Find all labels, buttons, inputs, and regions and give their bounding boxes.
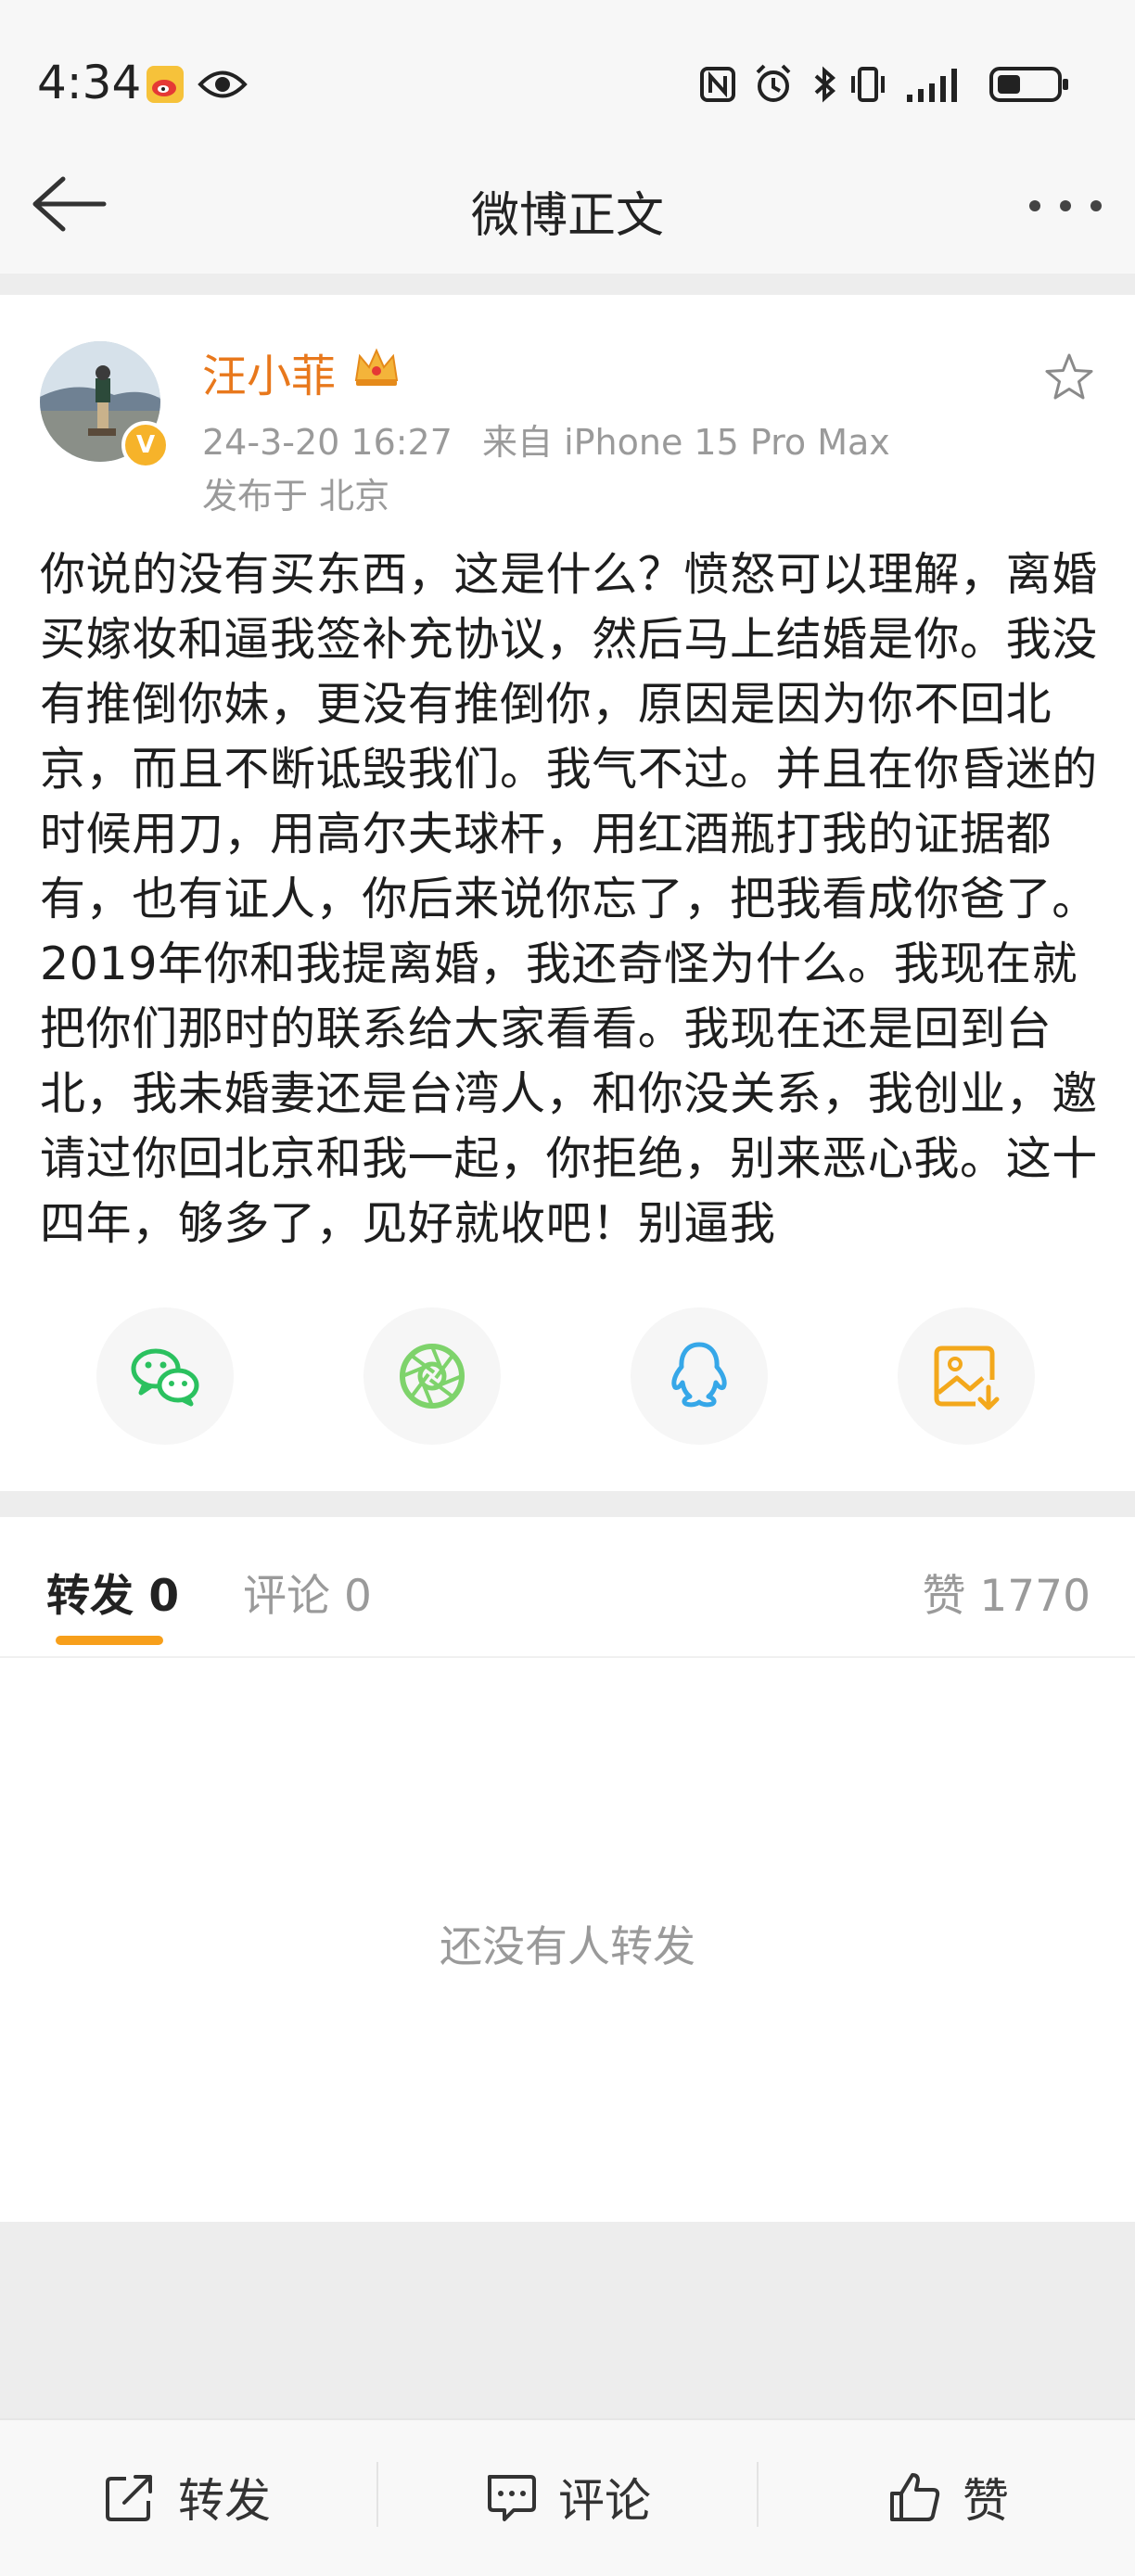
star-icon[interactable] xyxy=(1042,351,1096,404)
comment-label: 评论 xyxy=(558,2474,651,2528)
tab-likes[interactable]: 赞 1770 xyxy=(922,1560,1090,1624)
save-image-icon xyxy=(934,1345,1000,1410)
nfc-icon xyxy=(700,67,735,102)
post-source: 来自 iPhone 15 Pro Max xyxy=(482,422,890,463)
share-qq-button[interactable] xyxy=(631,1307,768,1445)
status-icons xyxy=(699,61,1098,108)
alarm-icon xyxy=(756,64,791,102)
status-time: 4:34 xyxy=(37,56,142,109)
post-content: 你说的没有买东西，这是什么？愤怒可以理解，离婚买嫁妆和逼我签补充协议，然后马上结… xyxy=(40,548,1098,1250)
verified-badge-icon: V xyxy=(121,421,170,469)
signal-icon xyxy=(907,69,957,102)
post-meta: 24-3-20 16:27 来自 iPhone 15 Pro Max xyxy=(202,414,890,465)
battery-icon xyxy=(989,67,1068,102)
tab-forwards[interactable]: 转发 0 xyxy=(46,1560,179,1624)
save-image-button[interactable] xyxy=(898,1307,1035,1445)
forward-label: 转发 xyxy=(178,2474,271,2528)
tab-comments[interactable]: 评论 0 xyxy=(243,1560,372,1624)
share-moments-button[interactable] xyxy=(363,1307,501,1445)
crown-icon xyxy=(354,348,399,386)
thumbs-up-icon xyxy=(890,2473,940,2521)
page-title: 微博正文 xyxy=(470,188,664,244)
forward-button[interactable]: 转发 xyxy=(102,2465,271,2530)
weibo-notification-icon xyxy=(147,66,184,103)
bluetooth-icon xyxy=(814,66,836,103)
more-options-icon[interactable] xyxy=(1027,197,1103,215)
moments-icon xyxy=(400,1344,465,1409)
like-button[interactable]: 赞 xyxy=(886,2465,1009,2530)
wechat-icon xyxy=(131,1348,199,1407)
bottom-separator xyxy=(376,2462,378,2527)
qq-icon xyxy=(671,1342,727,1408)
empty-state-text: 还没有人转发 xyxy=(440,1921,695,1971)
comment-icon xyxy=(488,2475,536,2521)
active-tab-indicator xyxy=(56,1636,163,1645)
share-wechat-button[interactable] xyxy=(96,1307,234,1445)
post-timestamp: 24-3-20 16:27 xyxy=(202,422,453,463)
eye-icon xyxy=(198,70,248,98)
bottom-separator xyxy=(757,2462,759,2527)
like-label: 赞 xyxy=(963,2474,1009,2528)
comment-button[interactable]: 评论 xyxy=(482,2465,651,2530)
username[interactable]: 汪小菲 xyxy=(202,339,336,404)
post-location: 发布于 北京 xyxy=(202,476,390,516)
vibrate-icon xyxy=(851,67,885,102)
forward-icon xyxy=(106,2475,152,2521)
